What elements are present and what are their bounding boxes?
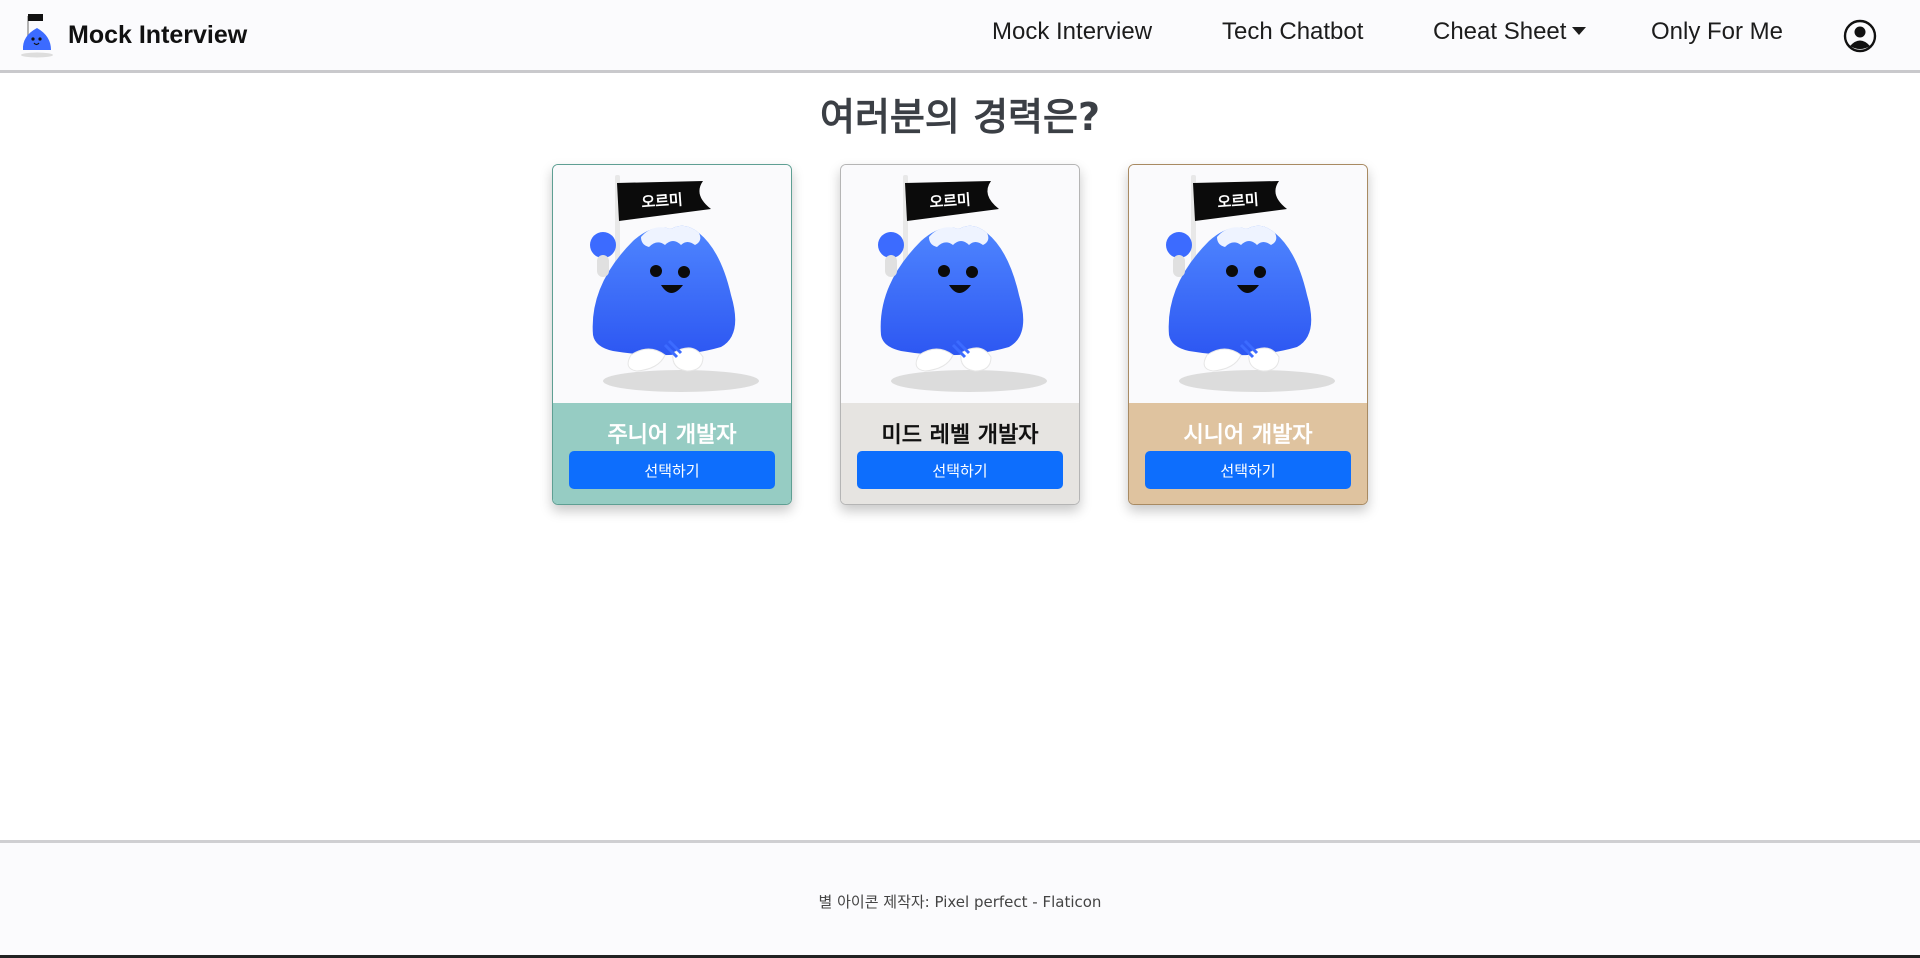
card-senior: 오르미 시니어 개발자 선택하기: [1128, 164, 1368, 505]
page-title: 여러분의 경력은?: [820, 95, 1100, 139]
mascot-logo-icon: [21, 14, 53, 58]
flag-text: 오르미: [929, 191, 972, 212]
card-body: 시니어 개발자 선택하기: [1129, 403, 1367, 504]
nav-cheat-sheet-dropdown[interactable]: Cheat Sheet: [1433, 18, 1587, 46]
select-senior-button[interactable]: 선택하기: [1145, 451, 1351, 489]
mascot-image: 오르미: [553, 165, 791, 403]
nav-tech-chatbot[interactable]: Tech Chatbot: [1222, 18, 1363, 46]
flag-text: 오르미: [1217, 191, 1260, 212]
navbar: Mock Interview Mock Interview Tech Chatb…: [0, 0, 1920, 73]
select-mid-level-button[interactable]: 선택하기: [857, 451, 1063, 489]
footer: 별 아이콘 제작자: Pixel perfect - Flaticon: [0, 840, 1920, 958]
flag-text: 오르미: [641, 191, 684, 212]
card-junior: 오르미 주니어 개발자 선택하기: [552, 164, 792, 505]
brand-link[interactable]: Mock Interview: [18, 12, 247, 58]
card-title: 미드 레벨 개발자: [881, 423, 1039, 448]
user-circle-icon[interactable]: [1843, 19, 1877, 53]
caret-down-icon: [1572, 27, 1587, 35]
card-title: 주니어 개발자: [607, 423, 737, 448]
brand-title: Mock Interview: [68, 20, 248, 49]
nav-cheat-sheet-label: Cheat Sheet: [1433, 18, 1567, 45]
select-junior-button[interactable]: 선택하기: [569, 451, 775, 489]
nav-only-for-me[interactable]: Only For Me: [1651, 18, 1783, 46]
card-mid-level: 오르미 미드 레벨 개발자 선택하기: [840, 164, 1080, 505]
mascot-image: 오르미: [841, 165, 1079, 403]
nav-mock-interview[interactable]: Mock Interview: [992, 18, 1152, 46]
card-body: 주니어 개발자 선택하기: [553, 403, 791, 504]
footer-credit: 별 아이콘 제작자: Pixel perfect - Flaticon: [818, 893, 1102, 911]
mascot-image: 오르미: [1129, 165, 1367, 403]
card-title: 시니어 개발자: [1183, 423, 1313, 448]
card-body: 미드 레벨 개발자 선택하기: [841, 403, 1079, 504]
